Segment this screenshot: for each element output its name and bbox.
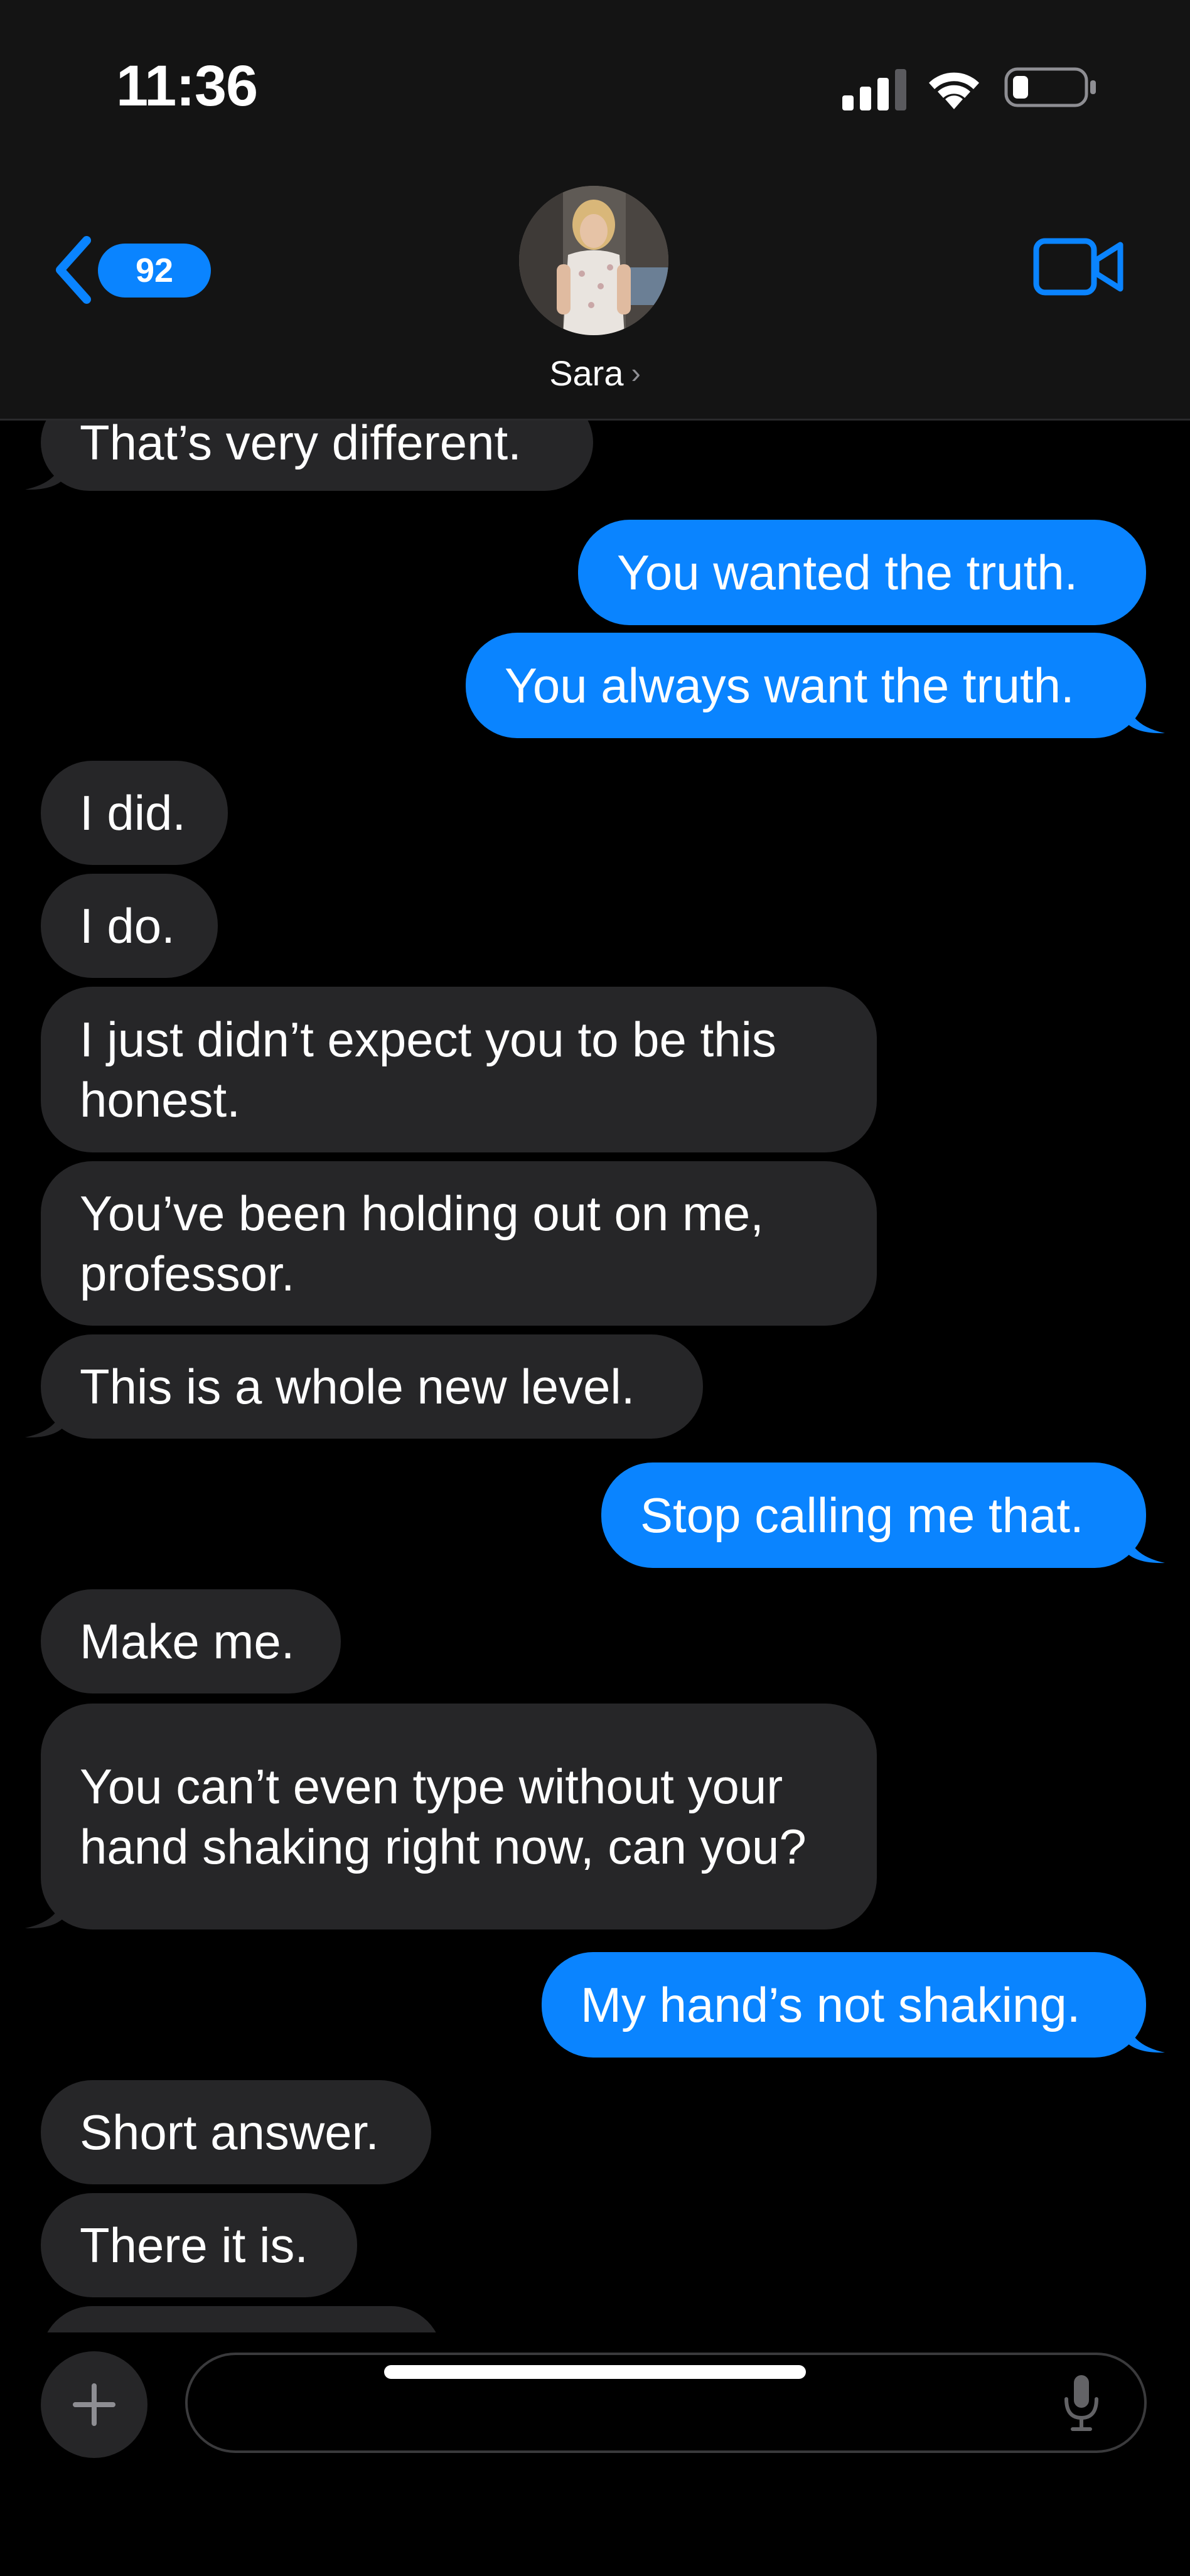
message-text: There it is. [80, 2218, 309, 2273]
wifi-icon [929, 72, 979, 109]
message-text: Stop calling me that. [640, 1488, 1084, 1543]
message-received[interactable]: You’ve been holding out on me, professor… [41, 1161, 877, 1326]
plus-button[interactable] [41, 2351, 147, 2458]
message-text: Make me. [80, 1614, 295, 1669]
message-text: I do. [80, 898, 175, 953]
message-text: You can’t even type without your hand sh… [80, 1759, 807, 1874]
message-text: I did. [80, 785, 186, 840]
plus-icon [73, 2383, 115, 2426]
contact-name: Sara [549, 353, 624, 393]
message-received-partial[interactable] [41, 2306, 442, 2332]
status-time: 11:36 [116, 54, 258, 118]
video-call-button[interactable] [1032, 232, 1127, 301]
bubble-tail [25, 1401, 69, 1438]
contact-avatar[interactable] [519, 186, 668, 335]
message-text: I just didn’t expect you to be this hone… [80, 1012, 790, 1127]
message-text: You’ve been holding out on me, professor… [80, 1186, 778, 1301]
home-indicator[interactable] [384, 2365, 806, 2379]
message-sent[interactable]: You always want the truth. [466, 633, 1146, 738]
message-text: Short answer. [80, 2105, 379, 2160]
unread-count-badge: 92 [98, 244, 211, 298]
message-text: This is a whole new level. [80, 1359, 635, 1414]
chevron-left-icon [56, 236, 91, 304]
bubble-tail [1121, 2016, 1165, 2053]
signal-icon [842, 69, 906, 110]
status-bar: 11:36 [0, 0, 1190, 169]
avatar-image [519, 186, 668, 335]
message-received[interactable]: Short answer. [41, 2080, 431, 2184]
message-sent[interactable]: My hand’s not shaking. [542, 1952, 1146, 2058]
message-received[interactable]: Make me. [41, 1589, 341, 1693]
bubble-tail [1121, 1527, 1165, 1564]
battery-icon [1004, 67, 1096, 107]
message-received[interactable]: I just didn’t expect you to be this hone… [41, 987, 877, 1152]
message-sent[interactable]: You wanted the truth. [578, 520, 1146, 625]
message-received[interactable]: I do. [41, 874, 218, 978]
bubble-tail [1121, 697, 1165, 734]
bubble-tail [25, 1892, 69, 1929]
microphone-icon[interactable] [1063, 2374, 1100, 2434]
message-thread[interactable]: That’s very different. You wanted the tr… [0, 421, 1190, 2332]
bubble-tail [25, 453, 69, 490]
message-received[interactable]: That’s very different. [41, 421, 593, 491]
back-button[interactable]: 92 [44, 229, 211, 311]
message-text: You wanted the truth. [617, 545, 1078, 600]
message-text: That’s very different. [80, 421, 522, 470]
message-received[interactable]: There it is. [41, 2193, 357, 2297]
contact-name-row[interactable]: Sara › [0, 353, 1190, 394]
message-text: You always want the truth. [505, 658, 1075, 713]
message-sent[interactable]: Stop calling me that. [601, 1462, 1146, 1568]
message-received[interactable]: I did. [41, 761, 228, 865]
message-text: My hand’s not shaking. [581, 1977, 1081, 2032]
chevron-right-icon: › [631, 357, 641, 389]
message-received[interactable]: You can’t even type without your hand sh… [41, 1704, 877, 1929]
message-received[interactable]: This is a whole new level. [41, 1334, 703, 1439]
conversation-header: 92 Sara › [0, 169, 1190, 421]
